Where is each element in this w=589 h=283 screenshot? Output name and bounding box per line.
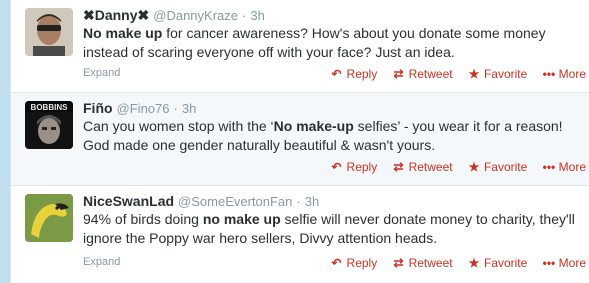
favorite-button[interactable]: ★ Favorite <box>468 160 528 174</box>
more-button[interactable]: ••• More <box>543 67 586 81</box>
author-name[interactable]: Fiño <box>83 100 113 116</box>
author-username[interactable]: @SomeEvertonFan <box>178 194 292 209</box>
highlight-term[interactable]: No make-up <box>274 118 354 134</box>
reply-label: Reply <box>346 67 378 81</box>
author-name[interactable]: NiceSwanLad <box>83 193 174 209</box>
reply-button[interactable]: ↶ Reply <box>331 160 378 174</box>
favorite-label: Favorite <box>483 256 528 270</box>
more-dots-icon: ••• <box>542 67 556 81</box>
author-name[interactable]: ✖Danny✖ <box>83 7 149 23</box>
more-dots-icon: ••• <box>542 256 556 270</box>
highlight-term[interactable]: no make up <box>203 211 281 227</box>
star-icon: ★ <box>468 160 480 174</box>
man-with-sunglasses-avatar-icon <box>25 8 73 56</box>
tweet-item[interactable]: NiceSwanLad @SomeEvertonFan · 3h 94% of bir… <box>11 186 589 283</box>
more-dots-icon: ••• <box>542 160 556 174</box>
tweet-actions: ↶ Reply ⇄ Retweet ★ Favorite ••• More <box>319 160 586 174</box>
tweet-actions: ↶ Reply ⇄ Retweet ★ Favorite ••• More <box>319 256 586 270</box>
tweet-item[interactable]: ✖Danny✖ @DannyKraze · 3h No make up for can… <box>11 0 589 93</box>
avatar[interactable]: BOBBINS <box>25 101 73 149</box>
tweet-timestamp[interactable]: 3h <box>305 194 319 209</box>
tweet-timestamp[interactable]: 3h <box>182 101 196 116</box>
tweet-header: NiceSwanLad @SomeEvertonFan · 3h <box>83 192 319 210</box>
tweet-timestamp[interactable]: 3h <box>250 8 264 23</box>
highlight-term[interactable]: No make up <box>83 25 162 41</box>
swan-avatar-icon <box>25 194 73 242</box>
avatar[interactable] <box>25 194 73 242</box>
retweet-icon: ⇄ <box>393 67 404 81</box>
tweet-actions: ↶ Reply ⇄ Retweet ★ Favorite ••• More <box>319 67 586 81</box>
tweet-item[interactable]: BOBBINS Fiño @Fino76 · 3h Can you women sto… <box>11 93 589 186</box>
avatar-logo-text: BOBBINS <box>31 103 69 112</box>
favorite-label: Favorite <box>483 160 528 174</box>
retweet-button[interactable]: ⇄ Retweet <box>393 67 453 81</box>
more-button[interactable]: ••• More <box>543 160 586 174</box>
tweet-text: 94% of birds doing no make up selfie wil… <box>83 210 583 248</box>
separator-dot: · <box>296 194 301 209</box>
tweet-header: Fiño @Fino76 · 3h <box>83 99 196 117</box>
more-label: More <box>558 67 586 81</box>
bobbins-avatar-icon: BOBBINS <box>25 101 73 149</box>
more-label: More <box>558 160 586 174</box>
tweet-text: Can you women stop with the ‘No make-up … <box>83 117 583 155</box>
tweet-stream: ✖Danny✖ @DannyKraze · 3h No make up for can… <box>10 0 589 283</box>
retweet-icon: ⇄ <box>393 256 404 270</box>
expand-link[interactable]: Expand <box>83 256 120 268</box>
favorite-button[interactable]: ★ Favorite <box>468 256 528 270</box>
star-icon: ★ <box>468 256 480 270</box>
author-username[interactable]: @Fino76 <box>117 101 170 116</box>
reply-label: Reply <box>346 160 378 174</box>
retweet-label: Retweet <box>408 256 453 270</box>
more-button[interactable]: ••• More <box>543 256 586 270</box>
avatar[interactable] <box>25 8 73 56</box>
retweet-button[interactable]: ⇄ Retweet <box>393 256 453 270</box>
separator-dot: · <box>242 8 247 23</box>
reply-button[interactable]: ↶ Reply <box>331 256 378 270</box>
retweet-label: Retweet <box>408 160 453 174</box>
retweet-button[interactable]: ⇄ Retweet <box>393 160 453 174</box>
separator-dot: · <box>173 101 178 116</box>
reply-icon: ↶ <box>331 67 342 81</box>
expand-link[interactable]: Expand <box>83 67 120 79</box>
retweet-icon: ⇄ <box>393 160 404 174</box>
tweet-text-segment: 94% of birds doing <box>83 211 203 227</box>
more-label: More <box>558 256 586 270</box>
author-username[interactable]: @DannyKraze <box>153 8 238 23</box>
reply-icon: ↶ <box>331 160 342 174</box>
tweet-text: No make up for cancer awareness? How's a… <box>83 24 583 62</box>
star-icon: ★ <box>468 67 480 81</box>
reply-icon: ↶ <box>331 256 342 270</box>
favorite-label: Favorite <box>483 67 528 81</box>
tweet-text-segment: Can you women stop with the ‘ <box>83 118 274 134</box>
reply-label: Reply <box>346 256 378 270</box>
tweet-header: ✖Danny✖ @DannyKraze · 3h <box>83 6 265 24</box>
favorite-button[interactable]: ★ Favorite <box>468 67 528 81</box>
reply-button[interactable]: ↶ Reply <box>331 67 378 81</box>
retweet-label: Retweet <box>408 67 453 81</box>
